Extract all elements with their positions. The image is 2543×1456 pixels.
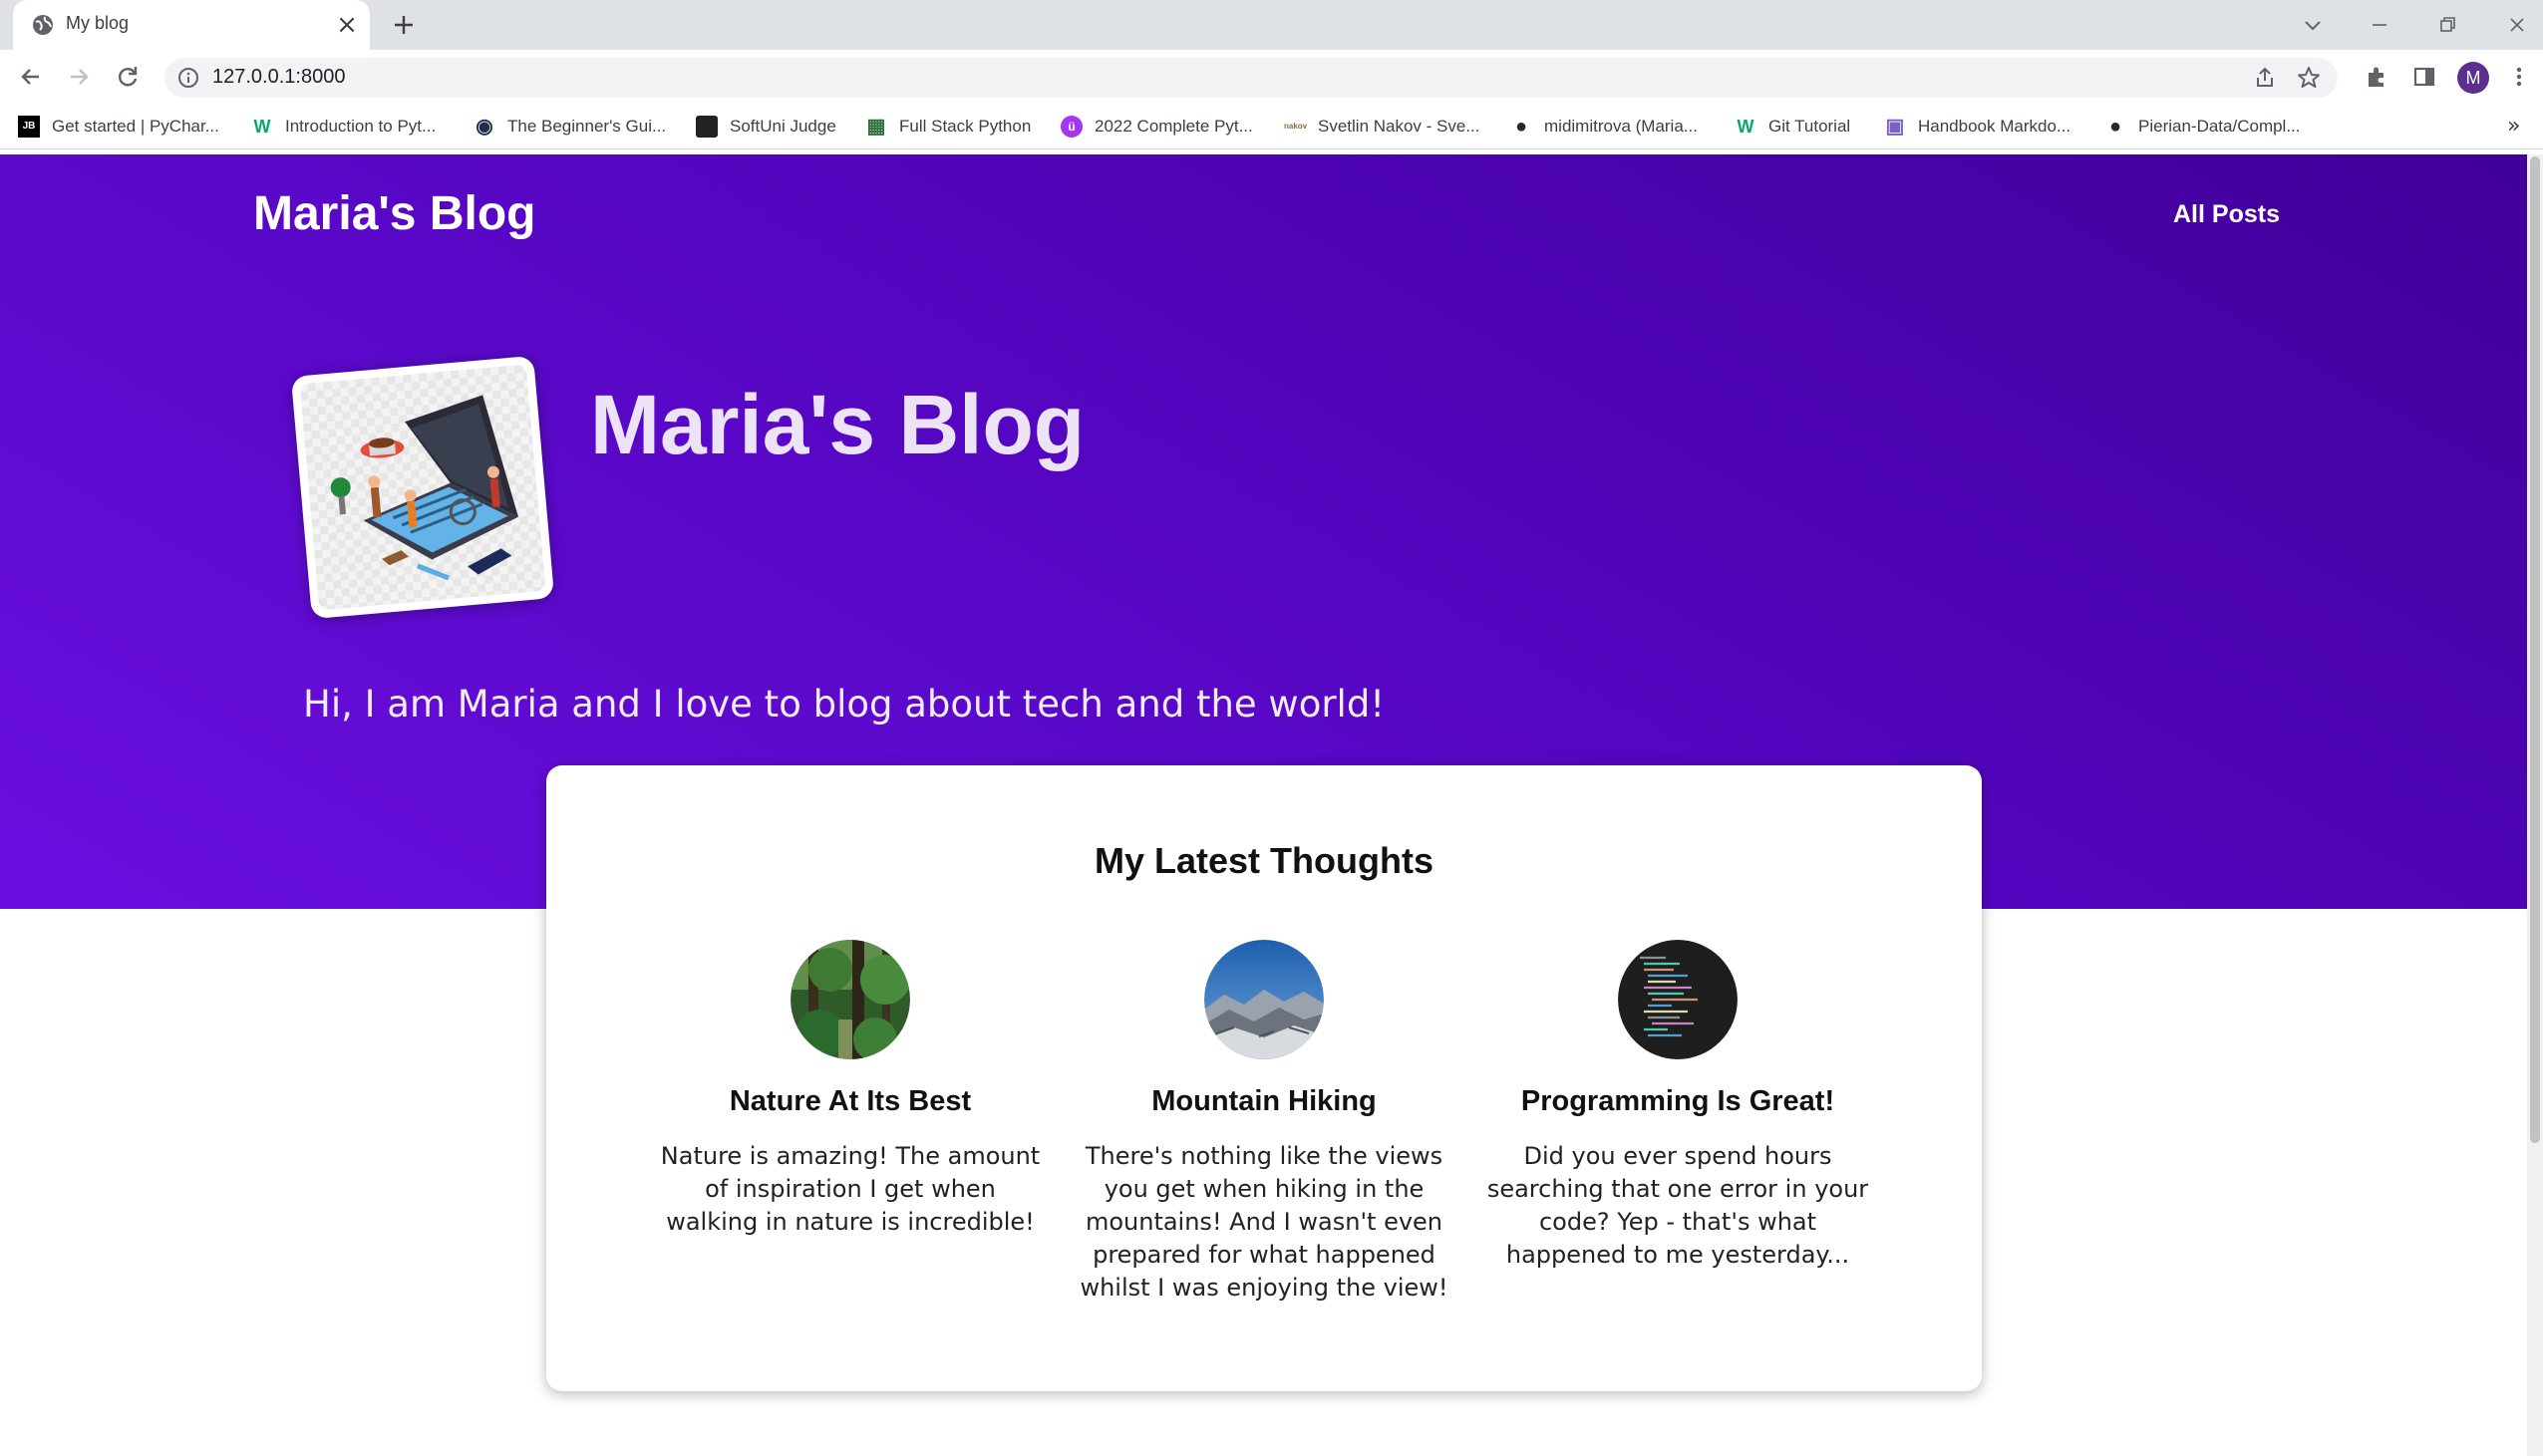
new-tab-icon[interactable] — [390, 11, 418, 39]
reload-icon[interactable] — [114, 63, 142, 91]
extensions-puzzle-icon[interactable] — [2363, 63, 2390, 91]
bookmark-label: Handbook Markdo... — [1918, 117, 2071, 136]
bookmark-star-icon[interactable] — [2295, 64, 2323, 92]
jetbrains-icon: JB — [18, 116, 40, 138]
python-guide-icon: ◉ — [476, 116, 493, 138]
bookmark-item[interactable]: ● midimitrova (Maria... — [1510, 105, 1698, 148]
bookmarks-bar: JB Get started | PyChar... W Introductio… — [0, 105, 2543, 149]
post-card[interactable]: Programming Is Great! Did you ever spend… — [1478, 940, 1877, 1272]
address-bar[interactable]: 127.0.0.1:8000 — [164, 58, 2338, 98]
bookmark-item[interactable]: JB Get started | PyChar... — [18, 105, 219, 148]
post-card[interactable]: Nature At Its Best Nature is amazing! Th… — [651, 940, 1050, 1239]
share-icon[interactable] — [2252, 65, 2278, 91]
site-info-icon[interactable] — [176, 66, 200, 90]
site-logo[interactable]: Maria's Blog — [253, 186, 535, 241]
forward-arrow-icon[interactable] — [65, 63, 93, 91]
bookmark-label: Svetlin Nakov - Sve... — [1318, 117, 1480, 136]
post-excerpt: There's nothing like the views you get w… — [1080, 1142, 1448, 1302]
bookmark-label: Get started | PyChar... — [52, 117, 219, 136]
profile-avatar[interactable]: M — [2457, 62, 2489, 94]
bookmark-label: SoftUni Judge — [730, 117, 836, 136]
post-excerpt: Did you ever spend hours searching that … — [1486, 1142, 1869, 1269]
tab-close-icon[interactable]: × — [334, 12, 360, 38]
hero-tagline: Hi, I am Maria and I love to blog about … — [303, 683, 1386, 726]
back-arrow-icon[interactable] — [17, 63, 45, 91]
bookmark-label: 2022 Complete Pyt... — [1095, 117, 1253, 136]
more-bookmarks-icon[interactable]: » — [2507, 114, 2520, 139]
tab-title: My blog — [66, 13, 130, 33]
w3-icon: W — [1737, 117, 1754, 137]
minimize-icon[interactable] — [2365, 10, 2394, 40]
w3-icon: W — [253, 117, 271, 137]
markdown-icon: ▣ — [1885, 116, 1905, 138]
url-text[interactable]: 127.0.0.1:8000 — [212, 66, 345, 89]
bookmark-item[interactable]: ▣ Handbook Markdo... — [1884, 105, 2071, 148]
fullstack-icon: ▦ — [866, 116, 886, 138]
latest-posts-heading: My Latest Thoughts — [1095, 840, 1433, 881]
tab-search-chevron-icon[interactable] — [2298, 10, 2328, 40]
bookmark-label: Git Tutorial — [1768, 117, 1851, 136]
bookmark-item[interactable]: ü 2022 Complete Pyt... — [1061, 105, 1253, 148]
mountain-image[interactable] — [1204, 940, 1324, 1059]
page-scrollbar[interactable] — [2527, 154, 2543, 1456]
post-card[interactable]: Mountain Hiking There's nothing like the… — [1065, 940, 1463, 1305]
browser-tab-strip: My blog × — [0, 0, 2543, 50]
bookmark-label: The Beginner's Gui... — [507, 117, 667, 136]
nakov-icon: nakov — [1284, 122, 1308, 131]
laptop-illustration-icon — [330, 395, 518, 581]
menu-kebab-icon[interactable] — [2505, 63, 2533, 91]
bookmark-item[interactable]: ◉ The Beginner's Gui... — [474, 105, 666, 148]
bookmark-label: Introduction to Pyt... — [285, 117, 437, 136]
bookmark-item[interactable]: ● Pierian-Data/Compl... — [2104, 105, 2301, 148]
bookmark-label: Full Stack Python — [899, 117, 1032, 136]
post-title[interactable]: Mountain Hiking — [1065, 1085, 1463, 1118]
post-title[interactable]: Nature At Its Best — [651, 1085, 1050, 1118]
bookmark-item[interactable]: W Introduction to Pyt... — [251, 105, 437, 148]
globe-icon — [33, 15, 53, 35]
softuni-icon — [696, 116, 718, 138]
bookmark-label: Pierian-Data/Compl... — [2138, 117, 2301, 136]
bookmark-item[interactable]: W Git Tutorial — [1735, 105, 1851, 148]
bookmark-item[interactable]: SoftUni Judge — [696, 105, 836, 148]
restore-icon[interactable] — [2432, 10, 2462, 40]
latest-posts-card: My Latest Thoughts Nature At Its Best Na… — [546, 765, 1982, 1391]
github-icon: ● — [1514, 116, 1528, 138]
forest-image[interactable] — [791, 940, 910, 1059]
page-viewport: Maria's Blog All Posts Maria's Blog Hi, … — [0, 154, 2527, 1456]
close-window-icon[interactable] — [2502, 10, 2532, 40]
side-panel-icon[interactable] — [2410, 63, 2438, 91]
code-image[interactable] — [1618, 940, 1738, 1059]
github-icon: ● — [2108, 116, 2122, 138]
bookmark-label: midimitrova (Maria... — [1544, 117, 1698, 136]
post-title[interactable]: Programming Is Great! — [1478, 1085, 1877, 1118]
hero-illustration — [290, 355, 555, 620]
nav-all-posts-link[interactable]: All Posts — [2173, 200, 2280, 229]
browser-tab[interactable]: My blog × — [13, 0, 370, 50]
bookmark-item[interactable]: nakov Svetlin Nakov - Sve... — [1284, 105, 1480, 148]
hero-title: Maria's Blog — [590, 378, 1086, 471]
post-excerpt: Nature is amazing! The amount of inspira… — [660, 1142, 1041, 1236]
scrollbar-thumb[interactable] — [2530, 156, 2540, 1143]
bookmark-item[interactable]: ▦ Full Stack Python — [865, 105, 1032, 148]
udemy-icon: ü — [1061, 116, 1083, 138]
